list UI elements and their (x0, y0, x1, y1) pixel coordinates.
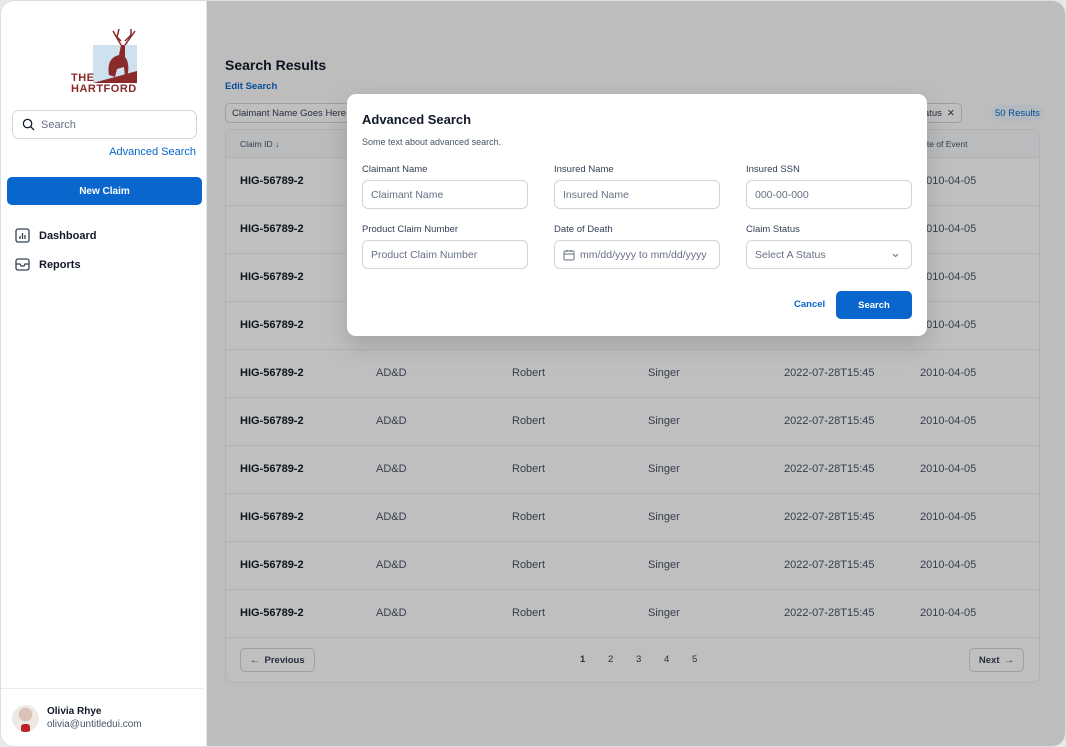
app-window: THE HARTFORD Search Advanced Search New C… (0, 0, 1066, 747)
field-placeholder: mm/dd/yyyy to mm/dd/yyyy (580, 248, 707, 261)
sidebar-item-label: Reports (39, 258, 81, 271)
field-label: Product Claim Number (362, 224, 459, 235)
user-email: olivia@untitledui.com (47, 719, 142, 730)
sidebar: THE HARTFORD Search Advanced Search New C… (1, 1, 207, 746)
inbox-icon (15, 258, 30, 271)
claim-status-select[interactable]: Select A Status ⌄ (746, 240, 912, 269)
modal-title: Advanced Search (362, 112, 472, 127)
chevron-down-icon: ⌄ (890, 245, 901, 260)
field-placeholder: Insured Name (563, 188, 629, 201)
field-placeholder: 000-00-000 (755, 188, 809, 201)
field-label: Claimant Name (362, 164, 428, 175)
sidebar-item-reports[interactable]: Reports (15, 257, 81, 272)
sidebar-item-label: Dashboard (39, 229, 97, 242)
advanced-search-link[interactable]: Advanced Search (109, 146, 196, 158)
field-placeholder: Select A Status (755, 248, 826, 261)
insured-ssn-input[interactable]: 000-00-000 (746, 180, 912, 209)
sidebar-search-input[interactable]: Search (12, 110, 197, 139)
logo-text: THE HARTFORD (71, 72, 137, 95)
field-placeholder: Product Claim Number (371, 248, 478, 261)
modal-subtitle: Some text about advanced search. (362, 137, 502, 147)
cancel-button[interactable]: Cancel (794, 299, 825, 310)
new-claim-button[interactable]: New Claim (7, 177, 202, 205)
search-placeholder: Search (41, 118, 76, 131)
search-button[interactable]: Search (836, 291, 912, 319)
sidebar-item-dashboard[interactable]: Dashboard (15, 228, 96, 243)
date-of-death-input[interactable]: mm/dd/yyyy to mm/dd/yyyy (554, 240, 720, 269)
field-label: Claim Status (746, 224, 800, 235)
field-label: Date of Death (554, 224, 613, 235)
calendar-icon (563, 249, 575, 260)
product-claim-number-input[interactable]: Product Claim Number (362, 240, 528, 269)
insured-name-input[interactable]: Insured Name (554, 180, 720, 209)
claimant-name-input[interactable]: Claimant Name (362, 180, 528, 209)
search-icon (22, 118, 35, 131)
advanced-search-modal: Advanced Search Some text about advanced… (347, 94, 927, 336)
field-label: Insured Name (554, 164, 614, 175)
avatar (12, 705, 39, 732)
bar-chart-icon (15, 228, 30, 243)
user-name: Olivia Rhye (47, 706, 102, 717)
field-placeholder: Claimant Name (371, 188, 444, 201)
field-label: Insured SSN (746, 164, 800, 175)
user-profile[interactable]: Olivia Rhye olivia@untitledui.com (1, 688, 203, 746)
